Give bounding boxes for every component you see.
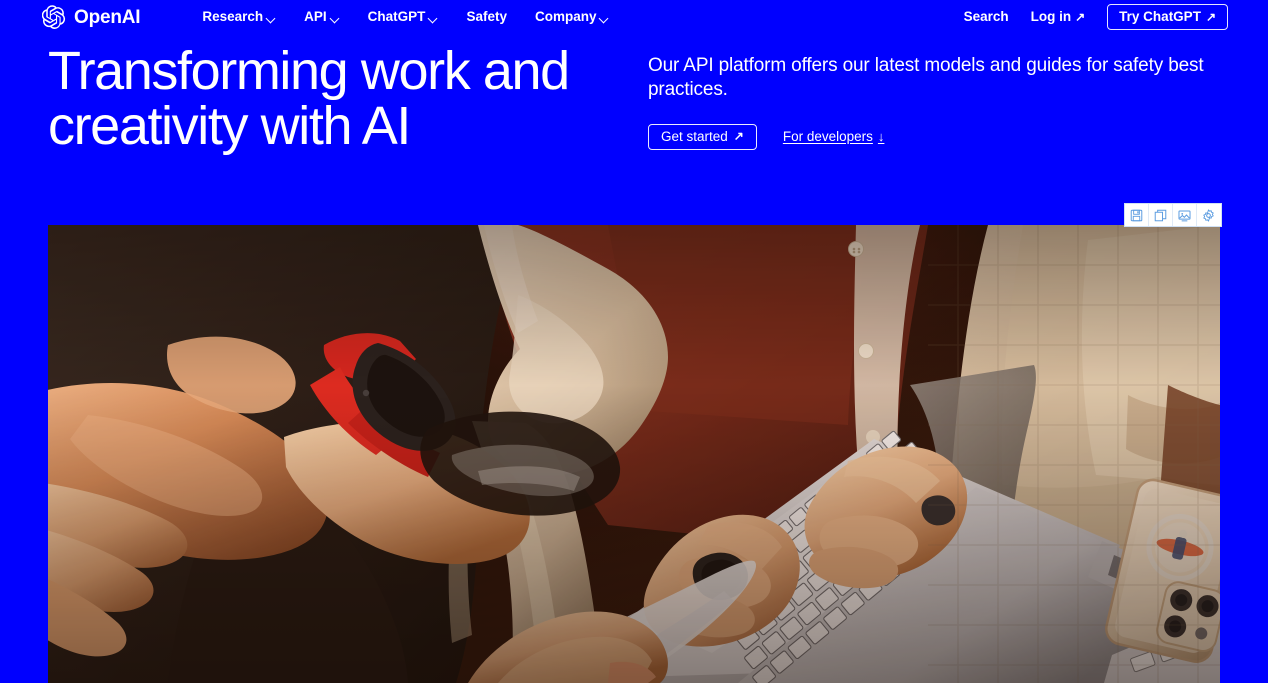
- nav-links: Research API ChatGPT Safety Company: [202, 10, 609, 24]
- hero-photograph: Two people sitting close together on a c…: [48, 225, 1220, 683]
- nav-item-safety[interactable]: Safety: [466, 10, 507, 24]
- chevron-down-icon: [267, 14, 276, 23]
- nav-item-research-label: Research: [202, 9, 264, 25]
- copy-button[interactable]: [1149, 204, 1173, 226]
- hero-image: Two people sitting close together on a c…: [48, 225, 1220, 683]
- save-button[interactable]: [1125, 204, 1149, 226]
- nav-item-company[interactable]: Company: [535, 10, 610, 24]
- hero-subtitle: Our API platform offers our latest model…: [648, 55, 1204, 101]
- login-label: Log in: [1030, 9, 1072, 25]
- hero-actions: Get started ↗ For developers ↓: [648, 123, 1224, 151]
- chevron-down-icon: [429, 14, 438, 23]
- page-title: Transforming work and creativity with AI: [48, 41, 570, 157]
- get-started-label: Get started: [661, 128, 728, 144]
- save-icon: [1130, 209, 1143, 222]
- try-chatgpt-button[interactable]: Try ChatGPT ↗: [1107, 3, 1228, 31]
- settings-button[interactable]: [1197, 204, 1221, 226]
- chevron-down-icon: [331, 14, 340, 23]
- nav-item-company-label: Company: [534, 9, 597, 25]
- get-started-button[interactable]: Get started ↗: [648, 123, 757, 151]
- arrow-up-right-icon: ↗: [1075, 10, 1086, 24]
- chevron-down-icon: [600, 14, 609, 23]
- for-developers-label: For developers: [782, 129, 873, 145]
- login-link[interactable]: Log in ↗: [1031, 10, 1086, 24]
- nav-item-api[interactable]: API: [304, 10, 340, 24]
- nav-item-research[interactable]: Research: [202, 10, 276, 24]
- nav-item-chatgpt[interactable]: ChatGPT: [368, 10, 439, 24]
- brand-name: OpenAI: [74, 6, 141, 28]
- openai-landing-page: OpenAI Research API ChatGPT Safety Compa…: [0, 0, 1268, 683]
- nav-item-api-label: API: [304, 9, 327, 25]
- copy-icon: [1154, 209, 1167, 222]
- nav-item-safety-label: Safety: [466, 9, 507, 25]
- search-label: Search: [963, 9, 1009, 25]
- search-button[interactable]: Search: [964, 10, 1009, 24]
- hero-right-column: Our API platform offers our latest model…: [648, 42, 1224, 151]
- for-developers-link[interactable]: For developers ↓: [783, 130, 885, 144]
- settings-gear-icon: [1202, 208, 1215, 222]
- openai-blossom-logo-icon: [41, 5, 66, 29]
- image-icon: [1178, 209, 1191, 222]
- main-navigation: OpenAI Research API ChatGPT Safety Compa…: [0, 0, 1268, 34]
- nav-right-actions: Search Log in ↗ Try ChatGPT ↗: [964, 3, 1228, 31]
- arrow-up-right-icon: ↗: [733, 129, 744, 144]
- try-chatgpt-label: Try ChatGPT: [1119, 8, 1201, 24]
- nav-item-chatgpt-label: ChatGPT: [367, 9, 426, 25]
- arrow-down-icon: ↓: [877, 129, 885, 145]
- hero-section: Transforming work and creativity with AI…: [0, 42, 1268, 154]
- brand-home-link[interactable]: OpenAI: [41, 5, 141, 29]
- image-button[interactable]: [1173, 204, 1197, 226]
- arrow-up-right-icon: ↗: [1205, 9, 1216, 24]
- image-overlay-toolbar: [1124, 203, 1222, 227]
